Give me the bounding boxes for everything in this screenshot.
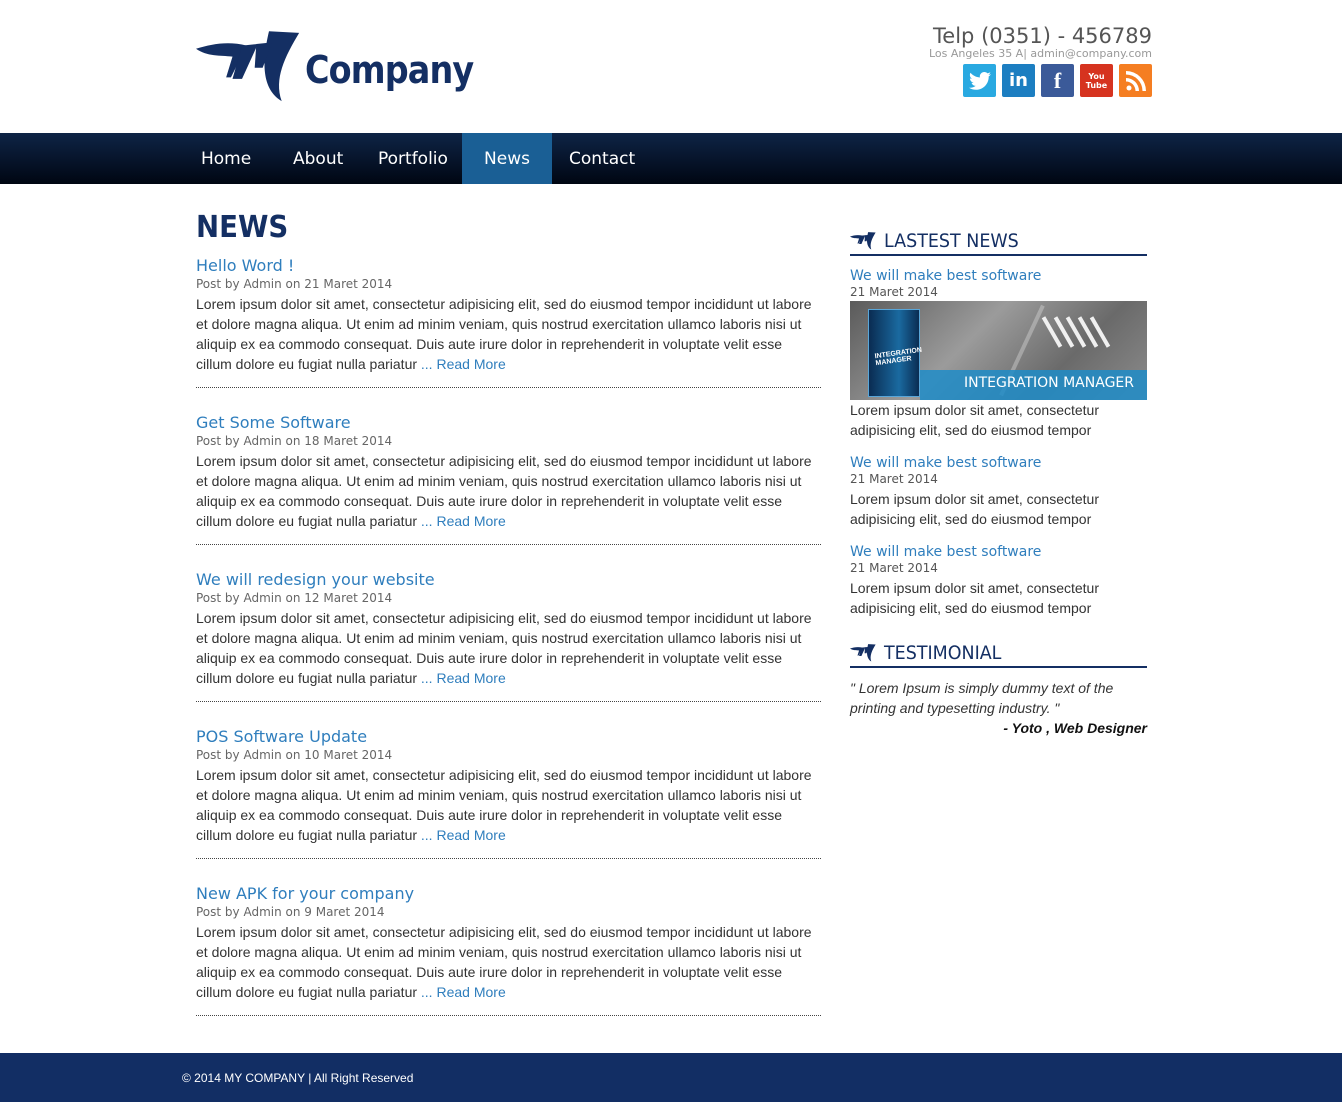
- header-address: Los Angeles 35 A| admin@company.com: [929, 47, 1152, 60]
- header-contact: Telp (0351) - 456789 Los Angeles 35 A| a…: [929, 24, 1152, 60]
- post-meta: Post by Admin on 9 Maret 2014: [196, 905, 385, 919]
- latest-item-text: Lorem ipsum dolor sit amet, consectetur …: [850, 402, 1099, 438]
- latest-item-title[interactable]: We will make best software: [850, 267, 1147, 285]
- post-body: Lorem ipsum dolor sit amet, consectetur …: [196, 451, 821, 531]
- site-header: Company Telp (0351) - 456789 Los Angeles…: [0, 0, 1342, 133]
- nav-item-portfolio[interactable]: Portfolio: [364, 133, 462, 184]
- news-post: New APK for your company Post by Admin o…: [196, 859, 821, 1016]
- latest-item: We will make best software 21 Maret 2014…: [850, 267, 1147, 440]
- post-title[interactable]: Hello Word !: [196, 256, 821, 276]
- post-body: Lorem ipsum dolor sit amet, consectetur …: [196, 922, 821, 1002]
- site-footer: © 2014 MY COMPANY | All Right Reserved: [0, 1053, 1342, 1102]
- news-post: We will redesign your website Post by Ad…: [196, 545, 821, 702]
- nav-item-home[interactable]: Home: [184, 133, 264, 184]
- ellipsis: ...: [420, 513, 437, 529]
- read-more-link[interactable]: Read More: [436, 984, 505, 1000]
- latest-item-title[interactable]: We will make best software: [850, 543, 1147, 561]
- testimonial-heading: TESTIMONIAL: [850, 640, 1147, 668]
- latest-news-heading: LASTEST NEWS: [850, 228, 1147, 256]
- page-title: NEWS: [196, 210, 289, 245]
- logo-mark-icon: [850, 232, 876, 250]
- testimonial-author: - Yoto , Web Designer: [1003, 720, 1147, 736]
- product-box-image: INTEGRATION MANAGER: [868, 309, 922, 397]
- news-post: POS Software Update Post by Admin on 10 …: [196, 702, 821, 859]
- ellipsis: ...: [420, 827, 437, 843]
- post-title[interactable]: Get Some Software: [196, 413, 821, 433]
- read-more-link[interactable]: Read More: [436, 670, 505, 686]
- ellipsis: ...: [420, 670, 437, 686]
- post-title[interactable]: We will redesign your website: [196, 570, 821, 590]
- testimonial-title: TESTIMONIAL: [884, 642, 1002, 664]
- latest-item: We will make best software 21 Maret 2014…: [850, 543, 1147, 618]
- logo-mark-icon: [850, 644, 876, 662]
- header-phone: Telp (0351) - 456789: [933, 24, 1152, 48]
- logo-mark-icon: [196, 31, 300, 102]
- copyright-text: © 2014 MY COMPANY | All Right Reserved: [182, 1071, 414, 1085]
- post-meta: Post by Admin on 18 Maret 2014: [196, 434, 393, 448]
- nav-item-contact[interactable]: Contact: [552, 133, 642, 184]
- linkedin-icon[interactable]: in: [1002, 64, 1035, 97]
- latest-item-date: 21 Maret 2014: [850, 472, 938, 486]
- latest-news-title: LASTEST NEWS: [884, 230, 1019, 252]
- read-more-link[interactable]: Read More: [436, 356, 505, 372]
- banner-caption-bar: INTEGRATION MANAGER: [920, 370, 1147, 400]
- post-title[interactable]: New APK for your company: [196, 884, 821, 904]
- twitter-icon[interactable]: [963, 64, 996, 97]
- social-links: in f You Tube: [963, 64, 1152, 97]
- ellipsis: ...: [420, 356, 437, 372]
- company-name: Company: [304, 48, 474, 92]
- read-more-link[interactable]: Read More: [436, 827, 505, 843]
- main-nav: Home About Portfolio News Contact: [0, 133, 1342, 184]
- main-content: NEWS Hello Word ! Post by Admin on 21 Ma…: [196, 208, 821, 1016]
- post-meta: Post by Admin on 21 Maret 2014: [196, 277, 393, 291]
- latest-item: We will make best software 21 Maret 2014…: [850, 454, 1147, 529]
- ellipsis: ...: [420, 984, 437, 1000]
- latest-item-text: Lorem ipsum dolor sit amet, consectetur …: [850, 580, 1099, 616]
- post-meta: Post by Admin on 10 Maret 2014: [196, 748, 393, 762]
- post-list: Hello Word ! Post by Admin on 21 Maret 2…: [196, 256, 821, 1016]
- rss-icon[interactable]: [1119, 64, 1152, 97]
- testimonial-quote: " Lorem Ipsum is simply dummy text of th…: [850, 680, 1114, 716]
- news-post: Get Some Software Post by Admin on 18 Ma…: [196, 388, 821, 545]
- read-more-link[interactable]: Read More: [436, 513, 505, 529]
- banner-caption: INTEGRATION MANAGER: [963, 375, 1134, 391]
- facebook-icon[interactable]: f: [1041, 64, 1074, 97]
- sidebar: LASTEST NEWS We will make best software …: [850, 228, 1147, 738]
- latest-item-date: 21 Maret 2014: [850, 285, 938, 299]
- youtube-icon[interactable]: You Tube: [1080, 64, 1113, 97]
- latest-item-title[interactable]: We will make best software: [850, 454, 1147, 472]
- post-meta: Post by Admin on 12 Maret 2014: [196, 591, 393, 605]
- post-body: Lorem ipsum dolor sit amet, consectetur …: [196, 765, 821, 845]
- post-body: Lorem ipsum dolor sit amet, consectetur …: [196, 608, 821, 688]
- post-body: Lorem ipsum dolor sit amet, consectetur …: [196, 294, 821, 374]
- latest-item-date: 21 Maret 2014: [850, 561, 938, 575]
- latest-item-text: Lorem ipsum dolor sit amet, consectetur …: [850, 491, 1099, 527]
- news-post: Hello Word ! Post by Admin on 21 Maret 2…: [196, 256, 821, 388]
- nav-item-news[interactable]: News: [462, 133, 552, 184]
- integration-manager-banner[interactable]: INTEGRATION MANAGER INTEGRATION MANAGER: [850, 301, 1147, 400]
- post-title[interactable]: POS Software Update: [196, 727, 821, 747]
- nav-item-about[interactable]: About: [264, 133, 364, 184]
- company-logo[interactable]: Company: [196, 22, 496, 112]
